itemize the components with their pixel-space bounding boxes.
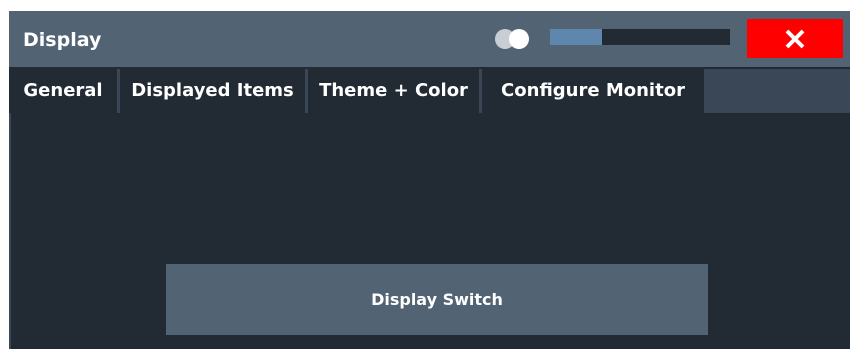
- tab-general[interactable]: General: [9, 69, 117, 113]
- transparency-toggle[interactable]: [493, 25, 537, 53]
- tab-configure-monitor[interactable]: Configure Monitor: [482, 69, 704, 113]
- close-icon: [785, 29, 805, 49]
- display-switch-button[interactable]: Display Switch: [166, 264, 708, 335]
- transparency-fill: [550, 29, 603, 45]
- transparency-slider[interactable]: [550, 29, 730, 45]
- title-bar: Display: [9, 11, 850, 67]
- tab-displayed-items[interactable]: Displayed Items: [120, 69, 305, 113]
- toggle-on-icon: [509, 29, 529, 49]
- close-button[interactable]: [747, 19, 843, 58]
- dialog-title: Display: [23, 29, 102, 51]
- display-dialog: Display General Displayed Items Theme + …: [9, 11, 850, 349]
- tab-bar: General Displayed Items Theme + Color Co…: [9, 69, 850, 113]
- panel-border: [9, 113, 11, 349]
- tab-theme-color[interactable]: Theme + Color: [308, 69, 479, 113]
